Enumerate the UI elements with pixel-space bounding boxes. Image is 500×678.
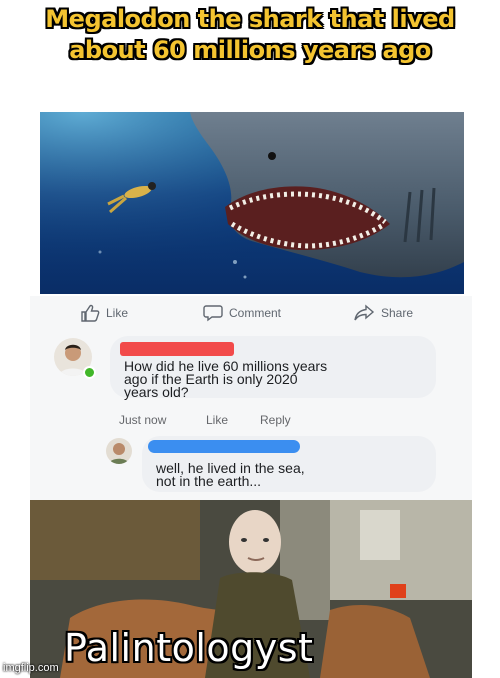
comment-1-line-3: years old? bbox=[124, 384, 189, 400]
meme-caption: Megalodon the shark that lived about 60 … bbox=[0, 4, 500, 66]
watermark: imgflip.com bbox=[3, 662, 59, 674]
comment-reply-link[interactable]: Reply bbox=[260, 413, 291, 427]
comment-label: Comment bbox=[229, 306, 282, 320]
share-label: Share bbox=[381, 306, 414, 320]
caption-line-1: Megalodon the shark that lived bbox=[45, 5, 455, 33]
thumbs-up-icon bbox=[81, 304, 100, 322]
share-button[interactable]: Share bbox=[353, 304, 413, 322]
like-label: Like bbox=[106, 306, 129, 320]
share-arrow-icon bbox=[354, 304, 375, 321]
redacted-name-2 bbox=[148, 440, 300, 453]
person-photo bbox=[109, 443, 129, 464]
post-photo[interactable] bbox=[40, 112, 464, 294]
meme-image: Palintologyst bbox=[30, 500, 472, 678]
online-status-dot bbox=[83, 366, 96, 379]
speech-bubble-icon bbox=[203, 305, 223, 322]
meme-overlay-text: Palintologyst bbox=[64, 626, 314, 670]
like-button[interactable]: Like bbox=[80, 304, 128, 322]
megalodon-illustration bbox=[40, 112, 464, 294]
redacted-name-1 bbox=[120, 342, 234, 356]
caption-line-2: about 60 millions years ago bbox=[69, 36, 431, 64]
replier-avatar[interactable] bbox=[106, 438, 132, 464]
comment-button[interactable]: Comment bbox=[203, 304, 281, 322]
comment-timestamp: Just now bbox=[119, 413, 167, 427]
comment-2-line-2: not in the earth... bbox=[156, 473, 262, 489]
comment-like-link[interactable]: Like bbox=[206, 413, 228, 427]
post-action-bar: Like Comment Share bbox=[40, 300, 464, 328]
